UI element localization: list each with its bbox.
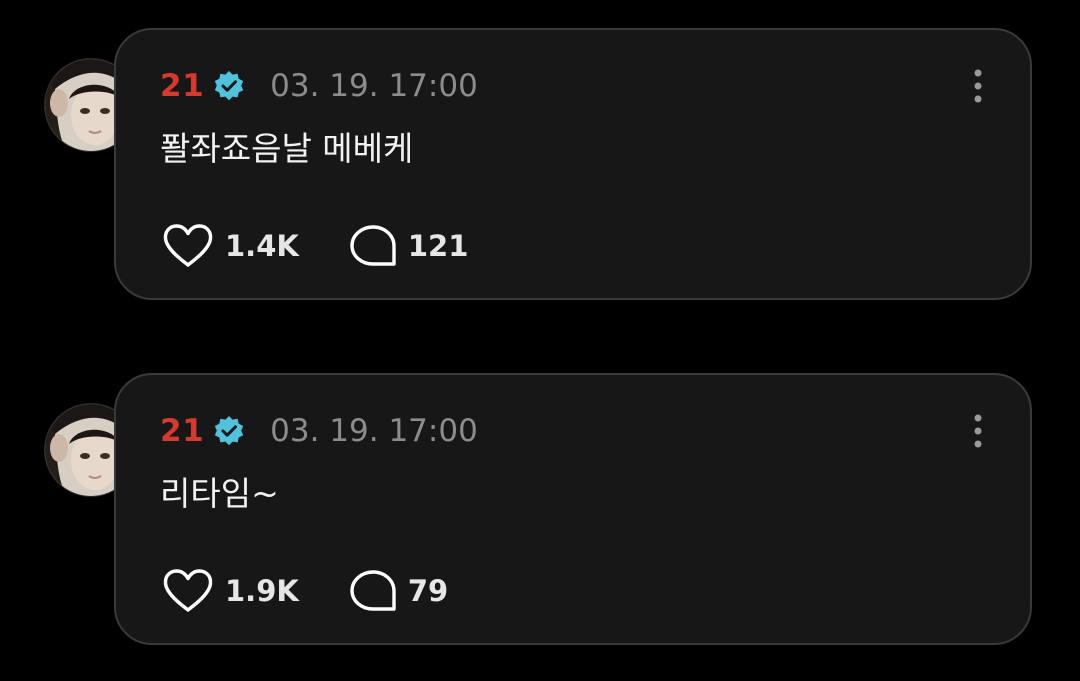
like-count: 1.9K (225, 574, 299, 608)
like-button[interactable]: 1.4K (162, 224, 299, 268)
comment-button[interactable]: 121 (349, 224, 469, 268)
heart-icon (163, 569, 213, 612)
post-card[interactable]: 21 03. 19. 17:00 리타임~ 1.9K 79 (114, 373, 1032, 645)
comment-count: 79 (407, 574, 449, 608)
more-vertical-icon[interactable] (970, 413, 986, 449)
username[interactable]: 21 (160, 68, 204, 104)
post-content: 리타임~ (160, 474, 279, 513)
like-button[interactable]: 1.9K (162, 569, 299, 613)
post-item: 21 03. 19. 17:00 리타임~ 1.9K 79 (0, 373, 1080, 653)
post-card[interactable]: 21 03. 19. 17:00 퐐좌죠음날 메베케 1.4K 121 (114, 28, 1032, 300)
post-header: 21 03. 19. 17:00 (160, 66, 478, 106)
post-item: 21 03. 19. 17:00 퐐좌죠음날 메베케 1.4K 121 (0, 28, 1080, 308)
heart-icon (163, 224, 213, 267)
username[interactable]: 21 (160, 413, 204, 449)
comment-bubble-icon (350, 225, 396, 266)
verified-badge-icon (213, 415, 245, 447)
comment-count: 121 (407, 229, 469, 263)
comment-bubble-icon (350, 570, 396, 611)
more-vertical-icon[interactable] (970, 68, 986, 104)
post-content: 퐐좌죠음날 메베케 (160, 129, 414, 168)
post-actions: 1.4K 121 (162, 222, 518, 270)
post-timestamp: 03. 19. 17:00 (270, 68, 478, 104)
verified-badge-icon (213, 70, 245, 102)
post-timestamp: 03. 19. 17:00 (270, 413, 478, 449)
like-count: 1.4K (225, 229, 299, 263)
comment-button[interactable]: 79 (349, 569, 448, 613)
post-actions: 1.9K 79 (162, 567, 498, 615)
post-header: 21 03. 19. 17:00 (160, 411, 478, 451)
